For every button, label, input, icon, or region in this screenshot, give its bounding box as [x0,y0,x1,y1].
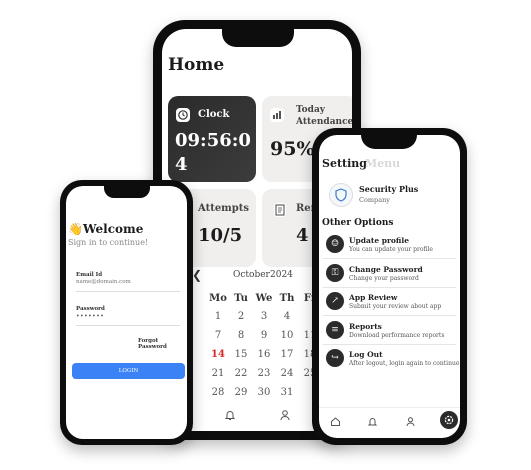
calendar-day[interactable]: 1 [207,311,229,322]
option-title: Change Password [349,264,423,274]
calendar-day[interactable]: 4 [276,311,298,322]
clock-label: Clock [198,109,230,120]
weekday-header: Th [279,293,295,304]
calendar-day[interactable]: 21 [207,368,229,379]
settings-title: Setting [322,157,367,170]
option-subtitle: You can update your profile [349,246,433,253]
key-icon: ⚿ [326,263,344,282]
email-label: Email Id [76,272,103,278]
option-title: Update profile [349,236,410,245]
attendance-label-2: Attendance [296,117,352,127]
profile-icon[interactable] [405,416,416,427]
phone-settings: Setting Menu Security Plus Company Other… [312,128,467,445]
page-title: Home [168,55,225,75]
option-subtitle: Change your password [349,274,419,282]
calendar-day[interactable]: 28 [207,387,229,398]
logout-icon: ↪ [326,349,344,367]
home-icon[interactable] [330,416,341,427]
remaining-value: 4 [296,225,309,246]
option-subtitle: Download performance reports [349,331,445,339]
calendar-day-today[interactable]: 14 [207,349,229,360]
calendar-day[interactable]: 22 [230,368,252,379]
company-logo-icon [329,183,353,207]
calendar-day[interactable]: 24 [276,368,298,379]
settings-screen: Setting Menu Security Plus Company Other… [319,135,460,438]
calendar-day[interactable]: 30 [253,387,275,398]
clock-time: 09:56:0 [175,130,251,151]
waving-hand-icon: 👋 [68,222,83,236]
calendar-day[interactable]: 31 [276,387,298,398]
calendar-day[interactable]: 9 [253,330,275,341]
company-sub: Company [359,196,390,204]
option-subtitle: After logout, login again to continue [349,360,460,367]
calendar-month: October [233,270,270,280]
trend-icon: ↗ [326,292,344,310]
document-icon [274,203,286,217]
attempts-label: Attempts [198,203,250,214]
login-screen: 👋 Welcome Sign in to continue! Email Id … [66,186,187,439]
settings-title-faded: Menu [365,157,401,170]
option-title: App Review [349,293,398,302]
calendar-year: 2024 [270,270,293,280]
calendar-day[interactable]: 3 [253,311,275,322]
login-subtitle: Sign in to continue! [68,238,149,247]
option-divider [323,343,456,345]
attendance-label: Today [296,105,326,115]
attendance-value: 95% [270,138,315,160]
section-title: Other Options [322,218,394,228]
person-icon: ☺ [326,235,344,253]
clock-card[interactable]: Clock 09:56:0 4 [168,96,256,182]
login-button[interactable]: LOGIN [72,363,185,379]
option-divider [323,258,456,259]
notch [104,186,150,198]
profile-icon[interactable] [279,409,291,421]
calendar-day[interactable]: 23 [253,368,275,379]
calendar-day[interactable]: 29 [230,387,252,398]
weekday-header: Mo [209,293,227,304]
password-field[interactable]: ••••••• [76,313,180,326]
option-subtitle: Submit your review about app [349,303,442,310]
phone-login: 👋 Welcome Sign in to continue! Email Id … [60,180,193,445]
settings-gear-icon[interactable] [440,411,458,429]
calendar-day[interactable]: 2 [230,311,252,322]
option-divider [323,286,456,288]
document-icon: ≡ [326,320,344,339]
clock-time-wrap: 4 [175,154,188,175]
welcome-title: Welcome [83,222,144,236]
notch [361,135,417,149]
option-title: Reports [349,321,382,331]
bar-chart-icon [270,108,284,122]
nav-divider [319,407,460,408]
option-divider [323,315,456,316]
notch [222,29,294,47]
calendar-day[interactable]: 17 [276,349,298,360]
email-field[interactable]: name@domain.com [76,279,180,292]
attempts-value: 10/5 [198,225,243,246]
calendar-day[interactable]: 7 [207,330,229,341]
option-title: Log Out [349,350,383,359]
calendar-day[interactable]: 16 [253,349,275,360]
company-name: Security Plus [359,184,419,194]
password-label: Password [76,306,105,312]
calendar-day[interactable]: 15 [230,349,252,360]
calendar-day[interactable]: 8 [230,330,252,341]
weekday-header: Tu [234,293,248,304]
weekday-header: We [255,293,273,304]
bell-icon[interactable] [224,409,236,421]
clock-icon [176,108,190,122]
forgot-password-link[interactable]: Forgot Password [138,338,187,350]
calendar-prev-icon[interactable]: ❮ [192,268,202,282]
bell-icon[interactable] [367,416,378,427]
calendar-day[interactable]: 10 [276,330,298,341]
